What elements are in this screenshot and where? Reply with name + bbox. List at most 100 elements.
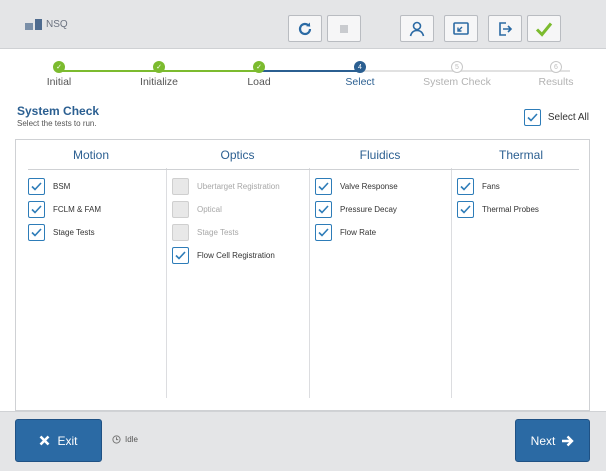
test-checkbox[interactable] xyxy=(457,201,474,218)
category-divider xyxy=(309,169,451,170)
category-title: Fluidics xyxy=(359,148,401,162)
category-fluidics: Fluidics Valve Response Pressure Decay F… xyxy=(309,140,451,410)
step-number: 5 xyxy=(451,61,463,73)
test-label: Pressure Decay xyxy=(340,205,397,214)
exit-label: Exit xyxy=(57,433,78,448)
top-toolbar: NSQ xyxy=(0,0,606,49)
run-status: Idle xyxy=(112,435,138,444)
checkmark-icon xyxy=(460,205,471,214)
step-number: 6 xyxy=(550,61,562,73)
next-button[interactable]: Next xyxy=(515,419,590,462)
select-all-checkbox[interactable] xyxy=(523,109,541,126)
close-icon xyxy=(40,435,50,446)
brand: NSQ xyxy=(25,19,68,30)
category-motion: Motion BSM FCLM & FAM Stage Tests xyxy=(16,140,166,410)
page-title: System Check xyxy=(17,104,100,118)
checkmark-icon xyxy=(318,205,329,214)
test-item-bsm[interactable]: BSM xyxy=(28,178,70,195)
user-icon xyxy=(409,21,425,36)
test-item-optical: Optical xyxy=(172,201,222,218)
step-label: System Check xyxy=(423,76,491,88)
category-thermal: Thermal Fans Thermal Probes xyxy=(451,140,591,410)
test-checkbox[interactable] xyxy=(28,201,45,218)
stop-icon xyxy=(340,24,348,33)
page-subtitle: Select the tests to run. xyxy=(17,119,97,128)
test-label: FCLM & FAM xyxy=(53,205,102,214)
footer-bar: Exit Idle Next xyxy=(0,411,606,471)
minimize-button[interactable] xyxy=(444,15,478,42)
check-icon xyxy=(535,22,553,37)
test-label: Flow Rate xyxy=(340,228,377,237)
test-label: Ubertarget Registration xyxy=(197,182,280,191)
test-selection-panel: Motion BSM FCLM & FAM Stage Tests Optics… xyxy=(15,139,590,411)
step-select: 4 Select xyxy=(320,61,400,88)
step-initialize: ✓ Initialize xyxy=(119,61,199,88)
checkmark-icon xyxy=(318,228,329,237)
test-label: Fans xyxy=(482,182,500,191)
step-number: 4 xyxy=(354,61,366,73)
category-title: Motion xyxy=(72,148,110,162)
test-checkbox[interactable] xyxy=(28,224,45,241)
step-initial: ✓ Initial xyxy=(19,61,99,88)
test-item-fans[interactable]: Fans xyxy=(457,178,500,195)
test-item-flow-rate[interactable]: Flow Rate xyxy=(315,224,376,241)
checkmark-icon xyxy=(31,228,42,237)
category-title: Thermal xyxy=(498,148,543,162)
step-label: Initial xyxy=(46,76,72,88)
stop-button[interactable] xyxy=(327,15,361,42)
instrument-logo-icon xyxy=(25,19,42,30)
exit-button[interactable]: Exit xyxy=(15,419,102,462)
test-checkbox[interactable] xyxy=(172,247,189,264)
step-system-check: 5 System Check xyxy=(417,61,497,88)
category-divider xyxy=(28,169,166,170)
step-done-check-icon: ✓ xyxy=(53,61,65,73)
user-button[interactable] xyxy=(400,15,434,42)
category-divider xyxy=(451,169,579,170)
category-divider xyxy=(166,169,309,170)
test-checkbox[interactable] xyxy=(28,178,45,195)
test-label: Optical xyxy=(197,205,222,214)
test-checkbox[interactable] xyxy=(315,224,332,241)
step-label: Initialize xyxy=(140,76,178,88)
test-checkbox xyxy=(172,178,189,195)
clock-icon xyxy=(112,435,121,444)
step-label: Results xyxy=(538,76,574,88)
checkmark-icon xyxy=(460,182,471,191)
refresh-icon xyxy=(298,22,312,35)
test-label: Flow Cell Registration xyxy=(197,251,275,260)
test-item-stage-tests[interactable]: Stage Tests xyxy=(28,224,95,241)
step-done-check-icon: ✓ xyxy=(153,61,165,73)
test-item-thermal-probes[interactable]: Thermal Probes xyxy=(457,201,539,218)
refresh-button[interactable] xyxy=(288,15,322,42)
step-load: ✓ Load xyxy=(219,61,299,88)
test-item-flow-cell-registration[interactable]: Flow Cell Registration xyxy=(172,247,275,264)
test-label: BSM xyxy=(53,182,71,191)
test-item-ubertarget-registration: Ubertarget Registration xyxy=(172,178,280,195)
checkmark-icon xyxy=(527,113,538,122)
test-checkbox[interactable] xyxy=(315,201,332,218)
select-all-label: Select All xyxy=(547,112,589,123)
test-label: Stage Tests xyxy=(197,228,239,237)
checkmark-icon xyxy=(175,251,186,260)
select-all-toggle[interactable]: Select All xyxy=(523,109,589,126)
arrow-right-icon xyxy=(562,435,575,446)
logout-icon xyxy=(499,21,513,36)
test-checkbox[interactable] xyxy=(457,178,474,195)
test-item-pressure-decay[interactable]: Pressure Decay xyxy=(315,201,397,218)
test-label: Stage Tests xyxy=(53,228,95,237)
brand-name: NSQ xyxy=(46,19,68,30)
confirm-button[interactable] xyxy=(527,15,561,42)
checkmark-icon xyxy=(31,205,42,214)
category-title: Optics xyxy=(220,148,255,162)
test-item-valve-response[interactable]: Valve Response xyxy=(315,178,398,195)
test-checkbox[interactable] xyxy=(315,178,332,195)
test-checkbox xyxy=(172,224,189,241)
test-item-fclm-fam[interactable]: FCLM & FAM xyxy=(28,201,101,218)
test-checkbox xyxy=(172,201,189,218)
step-label: Select xyxy=(345,76,375,88)
checkmark-icon xyxy=(31,182,42,191)
step-results: 6 Results xyxy=(516,61,596,88)
logout-button[interactable] xyxy=(488,15,522,42)
status-text: Idle xyxy=(125,435,138,444)
category-optics: Optics Ubertarget Registration Optical S… xyxy=(166,140,309,410)
